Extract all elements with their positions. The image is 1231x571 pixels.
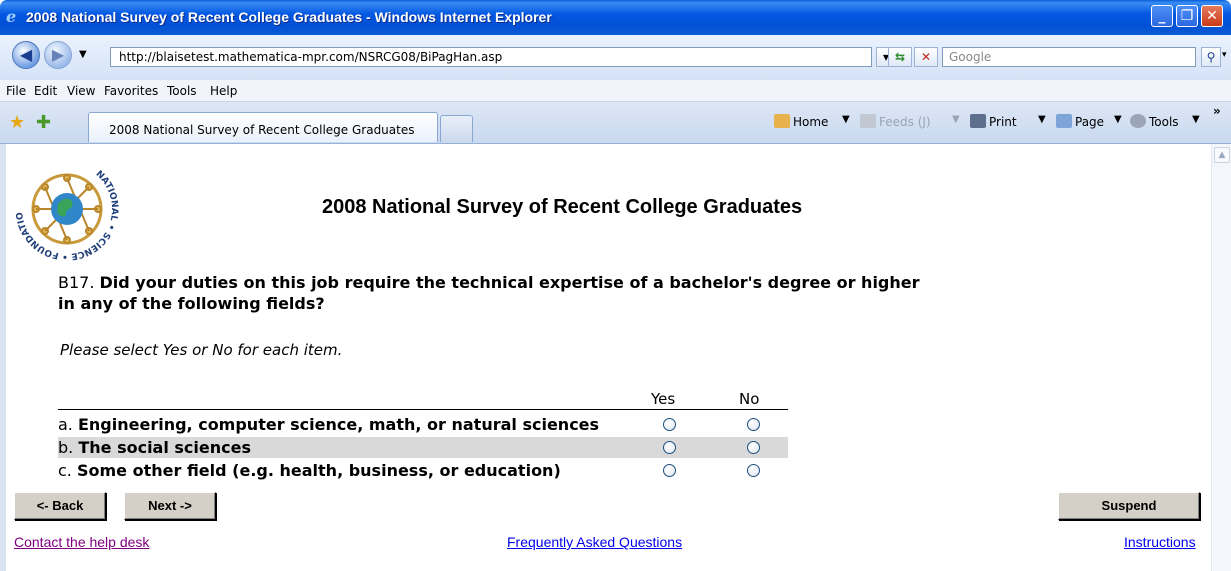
suspend-button[interactable]: Suspend [1058, 492, 1200, 520]
home-dropdown-icon[interactable]: ▼ [842, 114, 850, 125]
add-favorites-icon[interactable]: ✚ [36, 112, 51, 133]
stop-icon[interactable]: ✕ [914, 47, 938, 67]
row-label: The social sciences [78, 438, 251, 457]
forward-nav-icon[interactable]: ▶ [44, 41, 72, 69]
favorites-star-icon[interactable]: ★ [9, 112, 25, 133]
tools-button[interactable]: Tools [1130, 114, 1179, 129]
menu-favorites[interactable]: Favorites [104, 84, 158, 98]
tab-survey[interactable]: 2008 National Survey of Recent College G… [88, 112, 438, 142]
page-title: 2008 National Survey of Recent College G… [322, 196, 803, 218]
radio-yes-other-field[interactable] [663, 464, 676, 477]
question-instruction: Please select Yes or No for each item. [60, 341, 343, 359]
printer-icon [970, 114, 986, 128]
close-button[interactable]: ✕ [1201, 5, 1223, 27]
page-dropdown-icon[interactable]: ▼ [1114, 114, 1122, 125]
menu-bar: File Edit View Favorites Tools Help [0, 80, 1231, 102]
minimize-button[interactable]: _ [1151, 5, 1173, 27]
back-nav-icon[interactable]: ◀ [12, 41, 40, 69]
column-no: No [739, 390, 760, 408]
search-icon[interactable]: ⚲ [1201, 47, 1221, 67]
refresh-icon[interactable]: ⇆ [888, 47, 912, 67]
grid-divider [58, 409, 788, 410]
faq-link[interactable]: Frequently Asked Questions [507, 534, 682, 550]
page-button[interactable]: Page [1056, 114, 1104, 129]
grid-row-engineering: a. Engineering, computer science, math, … [58, 414, 788, 435]
radio-yes-social-sciences[interactable] [663, 441, 676, 454]
radio-no-engineering[interactable] [747, 418, 760, 431]
print-dropdown-icon[interactable]: ▼ [1038, 114, 1046, 125]
title-bar: e 2008 National Survey of Recent College… [0, 0, 1231, 35]
nsf-logo: NATIONAL • SCIENCE • FOUNDATION [14, 156, 119, 261]
menu-tools[interactable]: Tools [167, 84, 197, 98]
home-icon [774, 114, 790, 128]
question-block: B17. Did your duties on this job require… [58, 272, 938, 314]
address-toolbar: ◀ ▶ ▼ http://blaisetest.mathematica-mpr.… [0, 35, 1231, 80]
restore-button[interactable]: ❐ [1176, 5, 1198, 27]
row-label: Engineering, computer science, math, or … [77, 415, 600, 434]
radio-yes-engineering[interactable] [663, 418, 676, 431]
new-tab-button[interactable] [440, 115, 473, 142]
address-input[interactable]: http://blaisetest.mathematica-mpr.com/NS… [110, 47, 872, 67]
gear-icon [1130, 114, 1146, 128]
menu-file[interactable]: File [6, 84, 26, 98]
column-yes: Yes [651, 390, 676, 408]
home-button[interactable]: Home [774, 114, 828, 129]
menu-help[interactable]: Help [210, 84, 237, 98]
tools-dropdown-icon[interactable]: ▼ [1192, 114, 1200, 125]
grid-row-social-sciences: b. The social sciences [58, 437, 788, 458]
question-number: B17. [58, 273, 95, 292]
instructions-link[interactable]: Instructions [1124, 534, 1196, 550]
scroll-up-icon[interactable]: ▲ [1214, 147, 1230, 163]
row-label: Some other field (e.g. health, business,… [76, 461, 561, 480]
row-letter: c. [58, 461, 72, 480]
menu-edit[interactable]: Edit [34, 84, 57, 98]
toolbar-overflow-icon[interactable]: » [1213, 104, 1221, 118]
back-button[interactable]: <- Back [14, 492, 106, 520]
feeds-button[interactable]: Feeds (J) [860, 114, 931, 129]
tab-bar: ★ ✚ 2008 National Survey of Recent Colle… [0, 102, 1231, 144]
internet-explorer-icon: e [6, 7, 17, 26]
radio-no-social-sciences[interactable] [747, 441, 760, 454]
window-title: 2008 National Survey of Recent College G… [26, 9, 552, 25]
next-button[interactable]: Next -> [124, 492, 216, 520]
row-letter: a. [58, 415, 73, 434]
help-desk-link[interactable]: Contact the help desk [14, 534, 149, 550]
history-dropdown-icon[interactable]: ▼ [79, 49, 87, 60]
grid-row-other-field: c. Some other field (e.g. health, busine… [58, 460, 788, 481]
search-options-icon[interactable]: ▾ [1222, 50, 1227, 60]
feeds-dropdown-icon[interactable]: ▼ [952, 114, 960, 125]
row-letter: b. [58, 438, 74, 457]
menu-view[interactable]: View [67, 84, 95, 98]
print-button[interactable]: Print [970, 114, 1017, 129]
search-input[interactable]: Google [942, 47, 1196, 67]
feeds-icon [860, 114, 876, 128]
vertical-scrollbar[interactable]: ▲ [1211, 144, 1231, 571]
page-icon [1056, 114, 1072, 128]
radio-no-other-field[interactable] [747, 464, 760, 477]
question-text: Did your duties on this job require the … [58, 273, 920, 313]
